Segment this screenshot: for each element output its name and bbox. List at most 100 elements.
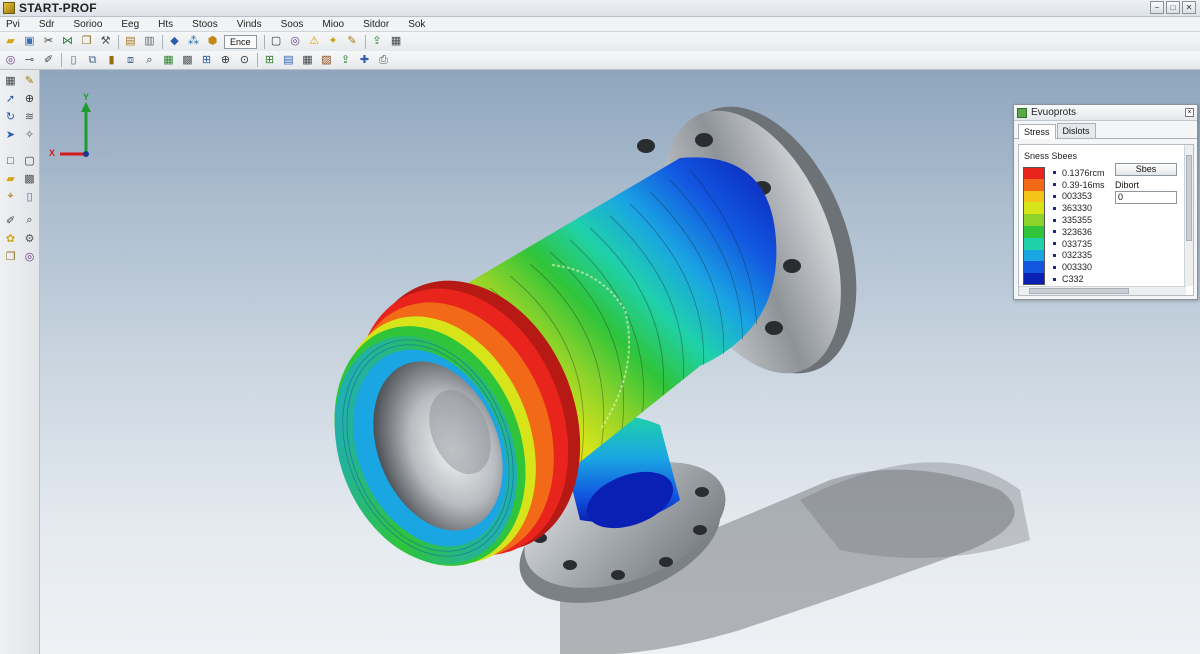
clipboard-icon[interactable]: ▤ <box>123 34 138 49</box>
grid-add-icon[interactable]: ⊞ <box>262 53 277 68</box>
layers-icon[interactable]: ≋ <box>22 109 37 124</box>
paint-icon[interactable]: ✿ <box>3 231 18 246</box>
horizontal-scrollbar[interactable] <box>1019 286 1186 295</box>
legend-swatch <box>1023 249 1045 262</box>
legend-row: 003353 <box>1023 190 1105 203</box>
gear-icon[interactable]: ⚙ <box>22 231 37 246</box>
export-icon[interactable]: ⇪ <box>370 34 385 49</box>
tag-icon[interactable]: ⌖ <box>3 189 18 204</box>
legend-row: 335355 <box>1023 214 1105 226</box>
menu-item-10[interactable]: Sok <box>408 19 425 30</box>
menu-item-5[interactable]: Stoos <box>192 19 218 30</box>
cube-icon[interactable]: ⬢ <box>205 34 220 49</box>
menu-item-2[interactable]: Sorioo <box>73 19 102 30</box>
print-icon[interactable]: ⎙ <box>376 53 391 68</box>
bolt-icon[interactable]: ✦ <box>326 34 341 49</box>
menu-item-6[interactable]: Vinds <box>237 19 262 30</box>
target-icon[interactable]: ◎ <box>288 34 303 49</box>
results-icon <box>1017 107 1027 118</box>
image-icon[interactable]: ▨ <box>319 53 334 68</box>
legend-value: 003330 <box>1062 262 1093 273</box>
value-input[interactable]: 0 <box>1115 191 1177 204</box>
page-copy-icon[interactable]: ⧉ <box>85 53 100 68</box>
note-icon[interactable]: ✎ <box>22 73 37 88</box>
export-icon[interactable]: ⇪ <box>338 53 353 68</box>
legend-bullet-icon <box>1053 265 1056 269</box>
hammer-icon[interactable]: ⚒ <box>98 34 113 49</box>
frame-icon[interactable]: ▢ <box>269 34 284 49</box>
toolbar-text-button[interactable]: Ence <box>224 34 257 49</box>
table-icon[interactable]: ▤ <box>281 53 296 68</box>
legend-swatch <box>1023 225 1045 238</box>
box-icon[interactable]: ▩ <box>22 171 37 186</box>
toolbar-separator <box>118 34 119 49</box>
note-icon[interactable]: ✎ <box>345 34 360 49</box>
legend-row: 0.39-16ms <box>1023 178 1105 191</box>
zoom-icon[interactable]: ⊕ <box>22 91 37 106</box>
pipe-icon[interactable]: ⊸ <box>22 53 37 68</box>
zoom-icon[interactable]: ⊕ <box>218 53 233 68</box>
box-icon[interactable]: ▩ <box>180 53 195 68</box>
maximize-button[interactable]: □ <box>1166 1 1180 14</box>
tab-stress[interactable]: Stress <box>1018 124 1056 139</box>
cursor-icon[interactable]: ➚ <box>3 91 18 106</box>
frame-icon[interactable]: ▢ <box>22 153 37 168</box>
menu-bar: Pvi Sdr Sorioo Eeg Hts Stoos Vinds Soos Mioo Sitd… <box>0 17 1200 32</box>
square-icon[interactable]: □ <box>3 153 18 168</box>
target-icon[interactable]: ◎ <box>3 53 18 68</box>
document-icon[interactable]: ▥ <box>142 34 157 49</box>
window-icon[interactable]: ▦ <box>300 53 315 68</box>
warning-icon[interactable]: ⚠ <box>307 34 322 49</box>
legend-swatch <box>1023 237 1045 250</box>
page-icon[interactable]: ▯ <box>22 189 37 204</box>
rotate-icon[interactable]: ↻ <box>3 109 18 124</box>
scissors-icon[interactable]: ✂ <box>41 34 56 49</box>
menu-item-3[interactable]: Eeg <box>121 19 139 30</box>
menu-item-0[interactable]: Pvi <box>6 19 20 30</box>
chart-icon[interactable]: ▦ <box>161 53 176 68</box>
network-icon[interactable]: ⋈ <box>60 34 75 49</box>
legend-value: 0.39-16ms <box>1062 179 1105 190</box>
search-icon[interactable]: ⌕ <box>22 213 37 228</box>
menu-item-9[interactable]: Sitdor <box>363 19 389 30</box>
panel-close-button[interactable]: × <box>1185 108 1194 117</box>
pen-icon[interactable]: ✐ <box>41 53 56 68</box>
copy-icon[interactable]: ❐ <box>79 34 94 49</box>
page-edit-icon[interactable]: ▮ <box>104 53 119 68</box>
vertical-scrollbar[interactable] <box>1184 145 1193 286</box>
stress-button[interactable]: Sbes <box>1115 163 1177 176</box>
menu-item-1[interactable]: Sdr <box>39 19 55 30</box>
window-icon[interactable]: ▦ <box>389 34 404 49</box>
pointer-icon[interactable]: ➤ <box>3 127 18 142</box>
menu-item-8[interactable]: Mioo <box>322 19 344 30</box>
legend-bullet-icon <box>1053 277 1056 281</box>
diamond-icon[interactable]: ◆ <box>167 34 182 49</box>
pages-icon[interactable]: ⧈ <box>123 53 138 68</box>
window-controls: − □ ✕ <box>1150 1 1196 14</box>
search-icon[interactable]: ⌕ <box>142 53 157 68</box>
plugin-icon[interactable]: ✚ <box>357 53 372 68</box>
orbit-icon[interactable]: ✧ <box>22 127 37 142</box>
zoom-fit-icon[interactable]: ⊙ <box>237 53 252 68</box>
target-icon[interactable]: ◎ <box>22 249 37 264</box>
page-icon[interactable]: ▯ <box>66 53 81 68</box>
legend-row: C332 <box>1023 273 1105 285</box>
menu-item-4[interactable]: Hts <box>158 19 173 30</box>
folder-icon[interactable]: ▰ <box>3 171 18 186</box>
copy-icon[interactable]: ❐ <box>3 249 18 264</box>
secondary-toolbar: ◎ ⊸ ✐ ▯ ⧉ ▮ ⧈ ⌕ ▦ ▩ ⊞ ⊕ ⊙ ⊞ ▤ ▦ ▨ ⇪ ✚ ⎙ <box>0 51 1200 70</box>
nodes-icon[interactable]: ⁂ <box>186 34 201 49</box>
grid-icon[interactable]: ⊞ <box>199 53 214 68</box>
pen-icon[interactable]: ✐ <box>3 213 18 228</box>
close-button[interactable]: ✕ <box>1182 1 1196 14</box>
legend-row: 0.1376rcm <box>1023 167 1105 179</box>
legend-bullet-icon <box>1053 253 1056 257</box>
save-icon[interactable]: ▣ <box>22 34 37 49</box>
legend-value: 323636 <box>1062 226 1093 237</box>
tab-displacements[interactable]: Dislots <box>1056 123 1096 138</box>
minimize-button[interactable]: − <box>1150 1 1164 14</box>
folder-icon[interactable]: ▰ <box>3 34 18 49</box>
window-icon[interactable]: ▦ <box>3 73 18 88</box>
legend-row: 032335 <box>1023 249 1105 262</box>
menu-item-7[interactable]: Soos <box>281 19 304 30</box>
